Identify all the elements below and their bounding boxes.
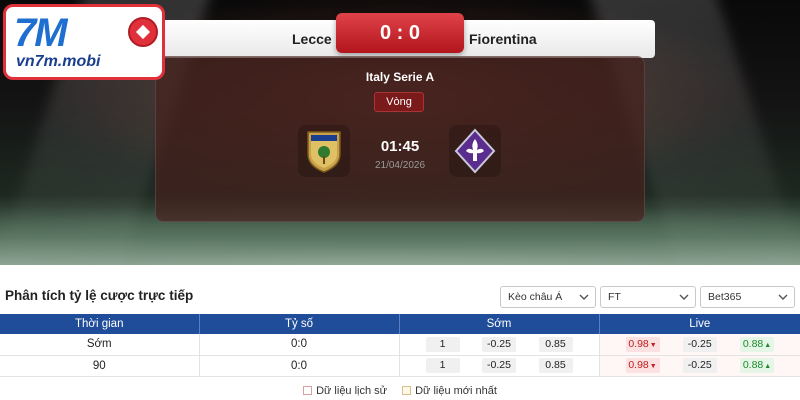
legend-history: Dữ liệu lịch sử (303, 385, 387, 397)
chevron-down-icon (778, 294, 788, 300)
odds-value: 1 (425, 358, 460, 373)
score: 0 : 0 (336, 13, 464, 53)
site-logo[interactable]: 7M vn7m.mobi (3, 4, 165, 80)
odds-table: Thời gian Tỷ số Sớm Live Sớm 0:0 1 -0.25… (0, 314, 800, 377)
bookmaker-select[interactable]: Bet365 (700, 286, 795, 308)
bookmaker-value: Bet365 (708, 291, 742, 303)
odds-handicap: -0.25 (682, 336, 717, 352)
row-time: 90 (0, 355, 200, 377)
arrow-down-icon: ▼ (649, 341, 657, 349)
odds-value: 0.98 (628, 359, 649, 371)
column-header-live: Live (599, 314, 800, 334)
odds-handicap: -0.25 (482, 358, 516, 373)
row-score: 0:0 (199, 355, 400, 377)
row-time: Sớm (0, 334, 200, 356)
chevron-down-icon (579, 294, 589, 300)
away-team-name[interactable]: Fiorentina (469, 31, 537, 47)
arrow-up-icon: ▲ (764, 341, 772, 349)
history-swatch (303, 386, 313, 395)
legend-history-label: Dữ liệu lịch sử (316, 385, 388, 397)
early-odds: 1 -0.25 0.85 (399, 355, 600, 377)
odds-value: 0.85 (538, 358, 573, 373)
kickoff-time: 01:45 (380, 138, 420, 155)
round-badge: Vòng (374, 92, 424, 112)
odds-legend: Dữ liệu lịch sử Dữ liệu mới nhất (0, 385, 800, 397)
row-score: 0:0 (199, 334, 400, 356)
live-odds: 0.98▼ -0.25 0.88▲ (599, 355, 800, 377)
odds-value-down: 0.98▼ (625, 336, 660, 352)
odds-handicap: -0.25 (682, 358, 717, 373)
latest-swatch (402, 386, 412, 395)
chevron-down-icon (679, 294, 689, 300)
odds-type-value: Kèo châu Á (508, 291, 563, 303)
odds-section-title: Phân tích tỷ lệ cược trực tiếp (5, 288, 194, 303)
odds-value: 0.98 (628, 337, 649, 350)
early-odds: 1 -0.25 0.85 (399, 334, 600, 356)
table-row[interactable]: 90 0:0 1 -0.25 0.85 0.98▼ -0.25 0.88▲ (0, 355, 800, 377)
period-select[interactable]: FT (600, 286, 696, 308)
column-header-time: Thời gian (0, 314, 200, 334)
odds-handicap: -0.25 (482, 336, 516, 352)
match-date: 21/04/2026 (374, 160, 426, 171)
arrow-up-icon: ▲ (764, 363, 772, 370)
home-team-name[interactable]: Lecce (292, 31, 332, 47)
legend-latest: Dữ liệu mới nhất (402, 385, 497, 397)
column-header-score: Tỷ số (199, 314, 400, 334)
logo-mark: 7M (14, 11, 68, 55)
odds-value: 0.85 (538, 336, 573, 352)
odds-value-up: 0.88▲ (740, 358, 774, 373)
live-odds: 0.98▼ -0.25 0.88▲ (599, 334, 800, 356)
odds-value: 0.88 (742, 359, 764, 371)
odds-type-select[interactable]: Kèo châu Á (500, 286, 596, 308)
odds-value: 1 (425, 336, 460, 352)
soccer-ball-icon (128, 17, 158, 47)
logo-domain: vn7m.mobi (16, 53, 101, 70)
column-header-early: Sớm (399, 314, 600, 334)
table-row[interactable]: Sớm 0:0 1 -0.25 0.85 0.98▼ -0.25 0.88▲ (0, 334, 800, 356)
odds-value: 0.88 (742, 337, 764, 350)
odds-table-header: Thời gian Tỷ số Sớm Live (0, 314, 800, 334)
period-value: FT (608, 291, 621, 303)
arrow-down-icon: ▼ (649, 363, 657, 370)
odds-value-up: 0.88▲ (740, 336, 774, 352)
odds-value-down: 0.98▼ (625, 358, 660, 373)
legend-latest-label: Dữ liệu mới nhất (415, 385, 497, 397)
